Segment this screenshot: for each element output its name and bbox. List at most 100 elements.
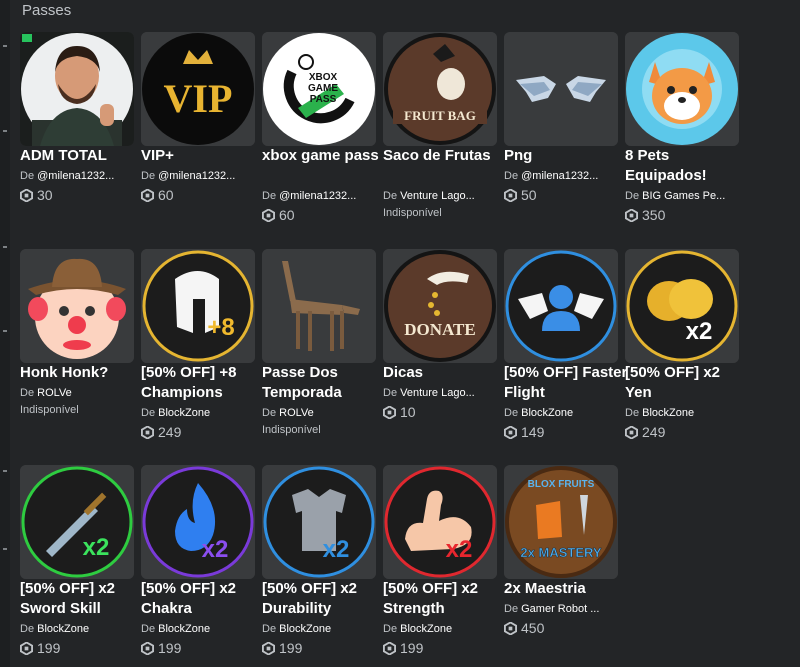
pass-name[interactable]: VIP+ — [141, 146, 265, 166]
pass-name[interactable]: Saco de Frutas — [383, 146, 507, 166]
pass-creator[interactable]: De Venture Lago... — [383, 190, 497, 202]
side-scroll-strip — [0, 0, 10, 667]
strip-marker — [3, 330, 7, 332]
svg-text:FRUIT BAG: FRUIT BAG — [404, 108, 476, 123]
svg-text:+8: +8 — [207, 314, 234, 341]
winged-user-icon — [504, 249, 618, 363]
pass-name[interactable]: [50% OFF] x2 Strength — [383, 579, 507, 619]
robux-icon — [262, 641, 275, 655]
pass-creator[interactable]: De BlockZone — [625, 407, 739, 419]
pass-name[interactable]: Passe Dos Temporada — [262, 363, 386, 403]
pass-card-faster-flight[interactable]: [50% OFF] Faster Flight De BlockZone 149 — [504, 249, 627, 443]
pass-thumbnail[interactable]: +8 — [141, 249, 255, 363]
pass-name[interactable]: [50% OFF] x2 Chakra — [141, 579, 265, 619]
section-title: Passes — [22, 2, 72, 19]
svg-text:GAME: GAME — [308, 83, 338, 94]
pass-card-2x-maestria[interactable]: BLOX FRUITS 2x MASTERY 2x Maestria De Ga… — [504, 465, 618, 659]
pass-thumbnail[interactable]: DONATE — [383, 249, 497, 363]
pass-creator[interactable]: De BlockZone — [383, 623, 497, 635]
pass-thumbnail[interactable] — [20, 249, 134, 363]
pass-name[interactable]: [50% OFF] +8 Champions — [141, 363, 265, 403]
pass-card-x2-strength[interactable]: x2 [50% OFF] x2 Strength De BlockZone 19… — [383, 465, 497, 659]
pass-name[interactable]: Png — [504, 146, 628, 166]
pass-creator[interactable]: De BIG Games Pe... — [625, 190, 739, 202]
unavailable-label: Indisponível — [262, 424, 321, 436]
pass-card-x2-sword-skill[interactable]: x2 [50% OFF] x2 Sword Skill De BlockZone… — [20, 465, 134, 659]
pass-card-honk-honk[interactable]: Honk Honk? De ROLVe Indisponível — [20, 249, 134, 443]
pass-card-x2-chakra[interactable]: x2 [50% OFF] x2 Chakra De BlockZone 199 — [141, 465, 255, 659]
pass-card-x2-yen[interactable]: x2 [50% OFF] x2 Yen De BlockZone 249 — [625, 249, 739, 443]
pass-price: 199 — [383, 640, 423, 656]
robux-icon — [625, 425, 638, 439]
spartan-helmet-icon: +8 — [141, 249, 255, 363]
pass-creator[interactable]: De @milena1232... — [141, 170, 255, 182]
pass-creator[interactable]: De ROLVe — [20, 387, 134, 399]
pass-card-x2-durability[interactable]: x2 [50% OFF] x2 Durability De BlockZone … — [262, 465, 376, 659]
pass-card-dicas[interactable]: DONATE Dicas De Venture Lago... 10 — [383, 249, 497, 443]
pass-name[interactable]: Dicas — [383, 363, 507, 383]
pass-thumbnail[interactable]: XBOX GAME PASS — [262, 32, 376, 146]
pass-card-xbox-game-pass[interactable]: XBOX GAME PASS xbox game pass De @milena… — [262, 32, 379, 226]
pass-thumbnail[interactable]: x2 — [383, 465, 497, 579]
pass-creator[interactable]: De @milena1232... — [504, 170, 618, 182]
pass-thumbnail[interactable] — [504, 32, 618, 146]
pass-name[interactable]: 8 Pets Equipados! — [625, 146, 749, 186]
pass-card-vip-plus[interactable]: VIP VIP+ De @milena1232... 60 — [141, 32, 255, 226]
pass-price: 149 — [504, 424, 544, 440]
pass-card-adm-total[interactable]: ADM TOTAL De @milena1232... 30 — [20, 32, 134, 226]
pass-name[interactable]: Honk Honk? — [20, 363, 144, 383]
pass-name[interactable]: [50% OFF] x2 Sword Skill — [20, 579, 144, 619]
pass-card-png[interactable]: Png De @milena1232... 50 — [504, 32, 618, 226]
pass-card-plus8-champions[interactable]: +8 [50% OFF] +8 Champions De BlockZone 2… — [141, 249, 255, 443]
svg-text:DONATE: DONATE — [404, 320, 475, 339]
unavailable-label: Indisponível — [383, 207, 442, 219]
pass-thumbnail[interactable]: x2 — [262, 465, 376, 579]
robux-icon — [504, 425, 517, 439]
pass-price: 199 — [262, 640, 302, 656]
pass-creator[interactable]: De BlockZone — [262, 623, 376, 635]
pass-creator[interactable]: De BlockZone — [20, 623, 134, 635]
pass-thumbnail[interactable]: VIP — [141, 32, 255, 146]
pass-thumbnail[interactable]: BLOX FRUITS 2x MASTERY — [504, 465, 618, 579]
pass-thumbnail[interactable]: x2 — [141, 465, 255, 579]
pass-name[interactable]: 2x Maestria — [504, 579, 628, 599]
pass-name[interactable]: [50% OFF] x2 Yen — [625, 363, 749, 403]
robux-icon — [262, 208, 275, 222]
pass-thumbnail[interactable] — [20, 32, 134, 146]
pass-thumbnail[interactable] — [625, 32, 739, 146]
pass-thumbnail[interactable]: x2 — [20, 465, 134, 579]
pass-creator[interactable]: De BlockZone — [504, 407, 618, 419]
pass-card-passe-dos-temporada[interactable]: Passe Dos Temporada De ROLVe Indisponíve… — [262, 249, 376, 443]
pass-name[interactable]: ADM TOTAL — [20, 146, 144, 166]
robux-icon — [504, 188, 517, 202]
robux-icon — [141, 188, 154, 202]
clown-cowboy-icon — [20, 249, 134, 363]
pass-creator[interactable]: De Gamer Robot ... — [504, 603, 618, 615]
pass-thumbnail[interactable] — [262, 249, 376, 363]
strip-marker — [3, 548, 7, 550]
pass-creator[interactable]: De @milena1232... — [262, 190, 376, 202]
coins-icon: x2 — [625, 249, 739, 363]
pass-name[interactable]: [50% OFF] Faster Flight — [504, 363, 628, 403]
blue-flame-icon: x2 — [141, 465, 255, 579]
dog-pet-icon — [625, 32, 739, 146]
pass-name[interactable]: [50% OFF] x2 Durability — [262, 579, 386, 619]
pass-price: 249 — [141, 424, 181, 440]
pass-card-8-pets-equipados[interactable]: 8 Pets Equipados! De BIG Games Pe... 350 — [625, 32, 739, 226]
pass-creator[interactable]: De @milena1232... — [20, 170, 134, 182]
man-photo-icon — [20, 32, 134, 146]
robux-icon — [625, 208, 638, 222]
pass-thumbnail[interactable]: x2 — [625, 249, 739, 363]
pass-card-saco-de-frutas[interactable]: FRUIT BAG Saco de Frutas De Venture Lago… — [383, 32, 497, 226]
robux-icon — [141, 641, 154, 655]
pass-creator[interactable]: De ROLVe — [262, 407, 376, 419]
pass-creator[interactable]: De Venture Lago... — [383, 387, 497, 399]
pass-thumbnail[interactable] — [504, 249, 618, 363]
pass-creator[interactable]: De BlockZone — [141, 407, 255, 419]
pass-name[interactable]: xbox game pass — [262, 146, 386, 166]
pass-thumbnail[interactable]: FRUIT BAG — [383, 32, 497, 146]
pass-price: 10 — [383, 404, 416, 420]
pass-creator[interactable]: De BlockZone — [141, 623, 255, 635]
svg-text:PASS: PASS — [310, 94, 337, 105]
pass-price: 199 — [141, 640, 181, 656]
